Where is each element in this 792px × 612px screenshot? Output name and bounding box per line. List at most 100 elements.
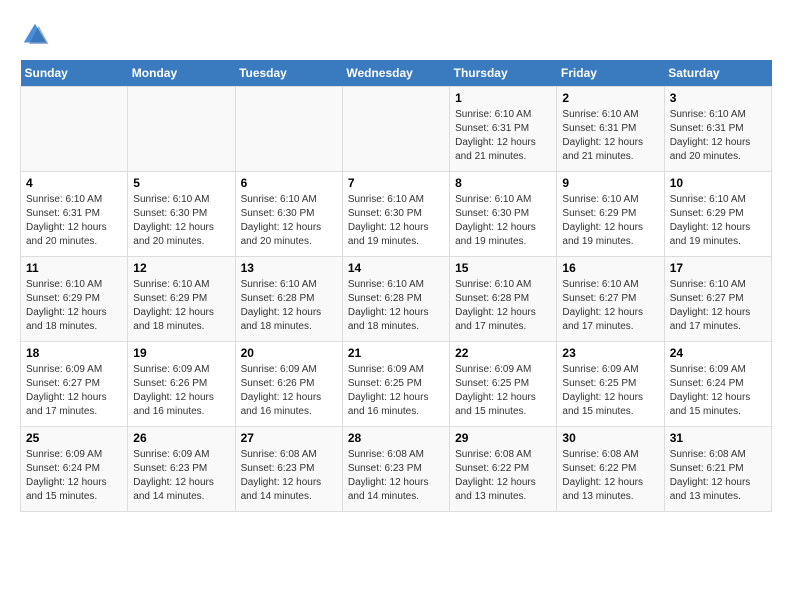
day-info: Sunrise: 6:09 AM Sunset: 6:25 PM Dayligh… (562, 363, 658, 419)
logo (20, 20, 56, 50)
calendar-cell: 4 Sunrise: 6:10 AM Sunset: 6:31 PM Daylig… (21, 172, 128, 257)
day-info: Sunrise: 6:10 AM Sunset: 6:27 PM Dayligh… (562, 278, 658, 334)
calendar-cell (342, 87, 449, 172)
day-number: 31 (670, 431, 766, 445)
day-info: Sunrise: 6:10 AM Sunset: 6:31 PM Dayligh… (670, 108, 766, 164)
calendar-cell: 20Sunrise: 6:09 AM Sunset: 6:26 PM Dayli… (235, 342, 342, 427)
header-day-thursday: Thursday (450, 60, 557, 87)
day-number: 9 (562, 176, 658, 190)
day-info: Sunrise: 6:09 AM Sunset: 6:25 PM Dayligh… (348, 363, 444, 419)
day-info: Sunrise: 6:10 AM Sunset: 6:31 PM Dayligh… (562, 108, 658, 164)
day-number: 10 (670, 176, 766, 190)
week-row-4: 18 Sunrise: 6:09 AM Sunset: 6:27 PM Dayli… (21, 342, 772, 427)
day-number: 24 (670, 346, 766, 360)
day-number: 28 (348, 431, 444, 445)
calendar-cell: 3 Sunrise: 6:10 AM Sunset: 6:31 PM Daylig… (664, 87, 771, 172)
day-info: Sunrise: 6:10 AM Sunset: 6:29 PM Dayligh… (26, 278, 122, 334)
day-info: Sunrise: 6:09 AM Sunset: 6:24 PM Dayligh… (670, 363, 766, 419)
header-day-tuesday: Tuesday (235, 60, 342, 87)
day-number: 4 (26, 176, 122, 190)
day-number: 22 (455, 346, 551, 360)
calendar-cell: 24 Sunrise: 6:09 AM Sunset: 6:24 PM Dayli… (664, 342, 771, 427)
calendar-cell: 11 Sunrise: 6:10 AM Sunset: 6:29 PM Dayli… (21, 257, 128, 342)
day-number: 26 (133, 431, 229, 445)
header-day-saturday: Saturday (664, 60, 771, 87)
day-number: 25 (26, 431, 122, 445)
calendar-cell: 10 Sunrise: 6:10 AM Sunset: 6:29 PM Dayli… (664, 172, 771, 257)
calendar-cell: 25Sunrise: 6:09 AM Sunset: 6:24 PM Dayli… (21, 427, 128, 512)
day-info: Sunrise: 6:10 AM Sunset: 6:30 PM Dayligh… (455, 193, 551, 249)
day-number: 3 (670, 91, 766, 105)
calendar-cell: 9 Sunrise: 6:10 AM Sunset: 6:29 PM Daylig… (557, 172, 664, 257)
header-day-wednesday: Wednesday (342, 60, 449, 87)
day-info: Sunrise: 6:08 AM Sunset: 6:23 PM Dayligh… (348, 448, 444, 504)
calendar-cell: 7 Sunrise: 6:10 AM Sunset: 6:30 PM Daylig… (342, 172, 449, 257)
calendar-cell: 29 Sunrise: 6:08 AM Sunset: 6:22 PM Dayli… (450, 427, 557, 512)
week-row-1: 1 Sunrise: 6:10 AM Sunset: 6:31 PM Daylig… (21, 87, 772, 172)
day-number: 18 (26, 346, 122, 360)
day-info: Sunrise: 6:08 AM Sunset: 6:22 PM Dayligh… (455, 448, 551, 504)
calendar-cell: 16 Sunrise: 6:10 AM Sunset: 6:27 PM Dayli… (557, 257, 664, 342)
day-info: Sunrise: 6:09 AM Sunset: 6:26 PM Dayligh… (241, 363, 337, 419)
calendar-header-row: SundayMondayTuesdayWednesdayThursdayFrid… (21, 60, 772, 87)
day-number: 21 (348, 346, 444, 360)
calendar-cell: 8 Sunrise: 6:10 AM Sunset: 6:30 PM Daylig… (450, 172, 557, 257)
logo-icon (20, 20, 50, 50)
day-info: Sunrise: 6:10 AM Sunset: 6:28 PM Dayligh… (348, 278, 444, 334)
calendar-cell (235, 87, 342, 172)
header-day-sunday: Sunday (21, 60, 128, 87)
calendar-cell: 22Sunrise: 6:09 AM Sunset: 6:25 PM Dayli… (450, 342, 557, 427)
day-number: 17 (670, 261, 766, 275)
calendar-cell: 17 Sunrise: 6:10 AM Sunset: 6:27 PM Dayli… (664, 257, 771, 342)
day-info: Sunrise: 6:10 AM Sunset: 6:29 PM Dayligh… (562, 193, 658, 249)
day-number: 13 (241, 261, 337, 275)
day-info: Sunrise: 6:10 AM Sunset: 6:29 PM Dayligh… (133, 278, 229, 334)
calendar-cell: 26 Sunrise: 6:09 AM Sunset: 6:23 PM Dayli… (128, 427, 235, 512)
day-info: Sunrise: 6:10 AM Sunset: 6:30 PM Dayligh… (348, 193, 444, 249)
day-info: Sunrise: 6:09 AM Sunset: 6:27 PM Dayligh… (26, 363, 122, 419)
day-info: Sunrise: 6:10 AM Sunset: 6:28 PM Dayligh… (455, 278, 551, 334)
day-number: 19 (133, 346, 229, 360)
calendar-cell: 19 Sunrise: 6:09 AM Sunset: 6:26 PM Dayli… (128, 342, 235, 427)
day-number: 1 (455, 91, 551, 105)
day-info: Sunrise: 6:09 AM Sunset: 6:26 PM Dayligh… (133, 363, 229, 419)
calendar-cell: 1 Sunrise: 6:10 AM Sunset: 6:31 PM Daylig… (450, 87, 557, 172)
day-number: 29 (455, 431, 551, 445)
day-number: 8 (455, 176, 551, 190)
page-header (20, 20, 772, 50)
day-info: Sunrise: 6:10 AM Sunset: 6:28 PM Dayligh… (241, 278, 337, 334)
day-info: Sunrise: 6:10 AM Sunset: 6:31 PM Dayligh… (455, 108, 551, 164)
day-number: 6 (241, 176, 337, 190)
day-number: 7 (348, 176, 444, 190)
day-info: Sunrise: 6:10 AM Sunset: 6:31 PM Dayligh… (26, 193, 122, 249)
calendar-cell: 21 Sunrise: 6:09 AM Sunset: 6:25 PM Dayli… (342, 342, 449, 427)
day-info: Sunrise: 6:10 AM Sunset: 6:29 PM Dayligh… (670, 193, 766, 249)
day-info: Sunrise: 6:08 AM Sunset: 6:21 PM Dayligh… (670, 448, 766, 504)
day-number: 30 (562, 431, 658, 445)
calendar-cell: 28 Sunrise: 6:08 AM Sunset: 6:23 PM Dayli… (342, 427, 449, 512)
day-number: 5 (133, 176, 229, 190)
day-number: 23 (562, 346, 658, 360)
calendar-cell (128, 87, 235, 172)
calendar-cell: 14Sunrise: 6:10 AM Sunset: 6:28 PM Dayli… (342, 257, 449, 342)
day-info: Sunrise: 6:09 AM Sunset: 6:23 PM Dayligh… (133, 448, 229, 504)
calendar-cell: 15Sunrise: 6:10 AM Sunset: 6:28 PM Dayli… (450, 257, 557, 342)
day-info: Sunrise: 6:08 AM Sunset: 6:22 PM Dayligh… (562, 448, 658, 504)
day-number: 12 (133, 261, 229, 275)
day-number: 27 (241, 431, 337, 445)
week-row-2: 4 Sunrise: 6:10 AM Sunset: 6:31 PM Daylig… (21, 172, 772, 257)
header-day-friday: Friday (557, 60, 664, 87)
calendar-cell: 12 Sunrise: 6:10 AM Sunset: 6:29 PM Dayli… (128, 257, 235, 342)
day-number: 11 (26, 261, 122, 275)
day-info: Sunrise: 6:10 AM Sunset: 6:27 PM Dayligh… (670, 278, 766, 334)
calendar-cell: 27 Sunrise: 6:08 AM Sunset: 6:23 PM Dayli… (235, 427, 342, 512)
day-info: Sunrise: 6:10 AM Sunset: 6:30 PM Dayligh… (241, 193, 337, 249)
day-number: 16 (562, 261, 658, 275)
calendar-cell: 30 Sunrise: 6:08 AM Sunset: 6:22 PM Dayli… (557, 427, 664, 512)
calendar-cell: 2Sunrise: 6:10 AM Sunset: 6:31 PM Daylig… (557, 87, 664, 172)
day-info: Sunrise: 6:08 AM Sunset: 6:23 PM Dayligh… (241, 448, 337, 504)
day-info: Sunrise: 6:10 AM Sunset: 6:30 PM Dayligh… (133, 193, 229, 249)
calendar-cell: 23 Sunrise: 6:09 AM Sunset: 6:25 PM Dayli… (557, 342, 664, 427)
calendar-cell: 18 Sunrise: 6:09 AM Sunset: 6:27 PM Dayli… (21, 342, 128, 427)
calendar-cell: 13 Sunrise: 6:10 AM Sunset: 6:28 PM Dayli… (235, 257, 342, 342)
